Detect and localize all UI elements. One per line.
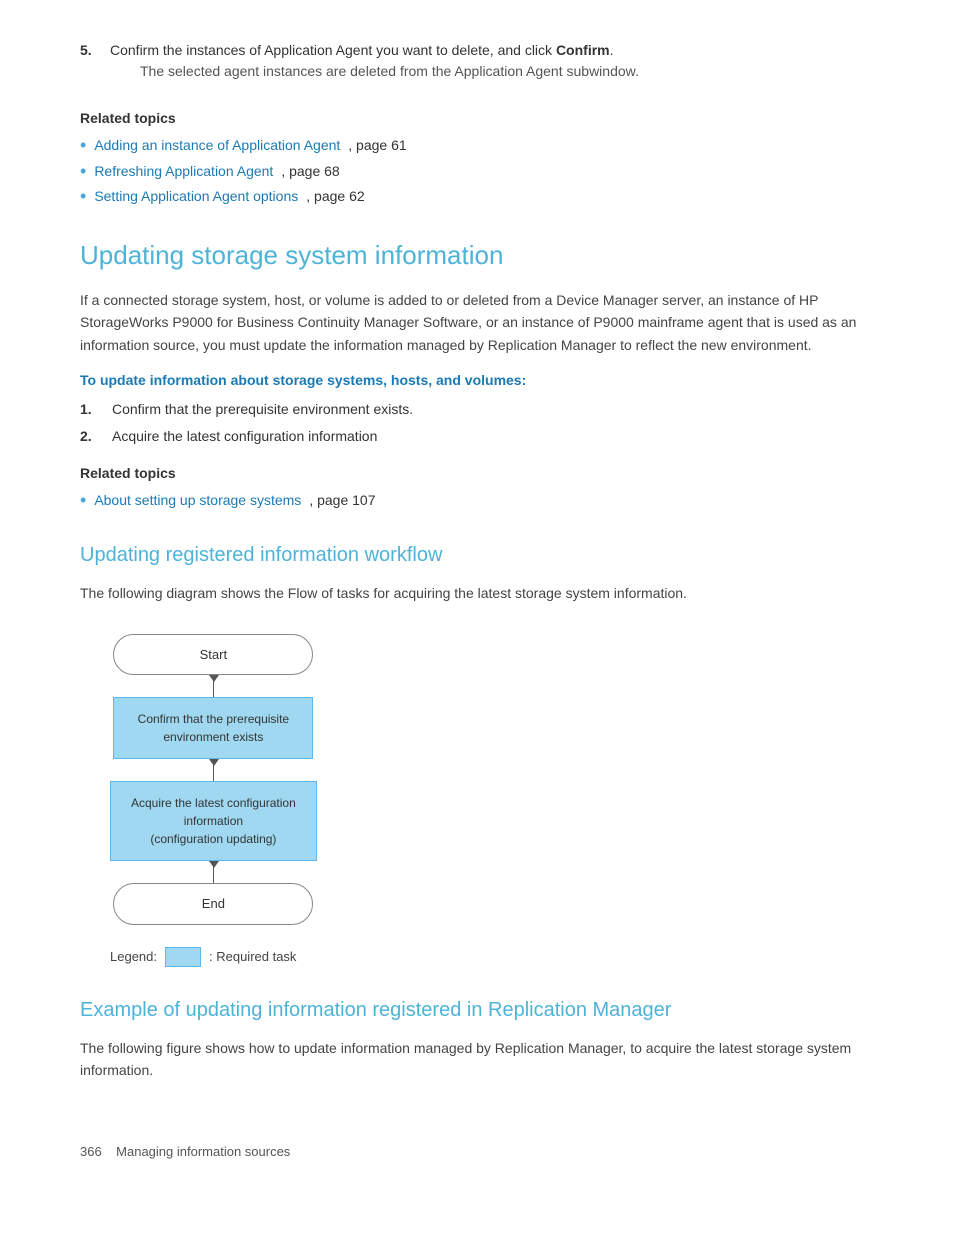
flow-arrow-1 bbox=[213, 675, 215, 697]
flow-start-node: Start bbox=[110, 634, 317, 698]
list-item: About setting up storage systems , page 1… bbox=[80, 490, 894, 512]
flow-end-node: End bbox=[110, 883, 317, 925]
page-ref-rt2: , page 107 bbox=[309, 490, 375, 511]
section-workflow-body: The following diagram shows the Flow of … bbox=[80, 582, 894, 604]
flow-box1-node: Confirm that the prerequisite environmen… bbox=[110, 697, 317, 781]
link-setting-application-agent[interactable]: Setting Application Agent options bbox=[94, 186, 298, 207]
step-text-2: Acquire the latest configuration informa… bbox=[112, 426, 377, 447]
procedure-step-1: 1. Confirm that the prerequisite environ… bbox=[80, 399, 894, 420]
procedure-label: To update information about storage syst… bbox=[80, 370, 894, 391]
step-5-text: Confirm the instances of Application Age… bbox=[110, 42, 556, 58]
flow-arrow-3 bbox=[213, 861, 215, 883]
flow-arrow-2 bbox=[213, 759, 215, 781]
related-topics-2-label: Related topics bbox=[80, 463, 894, 484]
flowchart: Start Confirm that the prerequisite envi… bbox=[110, 634, 317, 925]
flow-box2-line3: (configuration updating) bbox=[150, 832, 276, 846]
step-5-bold: Confirm bbox=[556, 42, 610, 58]
procedure-step-2: 2. Acquire the latest configuration info… bbox=[80, 426, 894, 447]
legend-area: Legend: : Required task bbox=[110, 947, 894, 967]
step-5-item: 5. Confirm the instances of Application … bbox=[80, 40, 894, 92]
flow-end-box: End bbox=[113, 883, 313, 925]
step-num-1: 1. bbox=[80, 399, 100, 420]
flow-box-2: Acquire the latest configuration informa… bbox=[110, 781, 317, 861]
related-topics-1-label: Related topics bbox=[80, 108, 894, 129]
list-item: Setting Application Agent options , page … bbox=[80, 186, 894, 208]
section-example-body: The following figure shows how to update… bbox=[80, 1037, 894, 1082]
section-workflow-title: Updating registered information workflow bbox=[80, 540, 894, 570]
section-main-title: Updating storage system information bbox=[80, 236, 894, 275]
list-item: Adding an instance of Application Agent,… bbox=[80, 135, 894, 157]
flow-start-box: Start bbox=[113, 634, 313, 676]
step-num-2: 2. bbox=[80, 426, 100, 447]
procedure-steps: 1. Confirm that the prerequisite environ… bbox=[80, 399, 894, 447]
related-topics-1-list: Adding an instance of Application Agent,… bbox=[80, 135, 894, 208]
flow-box2-line2: information bbox=[184, 814, 243, 828]
step-5-subtext: The selected agent instances are deleted… bbox=[140, 61, 894, 82]
page-ref-3: , page 62 bbox=[306, 186, 364, 207]
page-ref-1: , page 61 bbox=[348, 135, 406, 156]
list-item: Refreshing Application Agent , page 68 bbox=[80, 161, 894, 183]
legend-item-text: : Required task bbox=[209, 947, 296, 967]
related-topics-2-list: About setting up storage systems , page 1… bbox=[80, 490, 894, 512]
page-footer: 366 Managing information sources bbox=[80, 1142, 894, 1162]
flow-box2-node: Acquire the latest configuration informa… bbox=[110, 781, 317, 883]
link-refreshing-application-agent[interactable]: Refreshing Application Agent bbox=[94, 161, 273, 182]
flow-box2-line1: Acquire the latest configuration bbox=[131, 796, 296, 810]
footer-text: Managing information sources bbox=[116, 1144, 290, 1159]
section-example-title: Example of updating information register… bbox=[80, 995, 894, 1025]
flow-box1-line2: environment exists bbox=[163, 730, 263, 744]
step-5-content: Confirm the instances of Application Age… bbox=[110, 40, 894, 92]
section-main-body: If a connected storage system, host, or … bbox=[80, 289, 894, 356]
step-5-text2: . bbox=[610, 42, 614, 58]
page-ref-2: , page 68 bbox=[281, 161, 339, 182]
flow-box1-line1: Confirm that the prerequisite bbox=[138, 712, 289, 726]
link-about-setting-storage[interactable]: About setting up storage systems bbox=[94, 490, 301, 511]
legend-required-box bbox=[165, 947, 201, 967]
step-5-number: 5. bbox=[80, 40, 98, 92]
footer-page-number: 366 bbox=[80, 1144, 102, 1159]
legend-label: Legend: bbox=[110, 947, 157, 967]
flow-box-1: Confirm that the prerequisite environmen… bbox=[113, 697, 313, 759]
link-adding-application-agent[interactable]: Adding an instance of Application Agent bbox=[94, 135, 340, 156]
step-text-1: Confirm that the prerequisite environmen… bbox=[112, 399, 413, 420]
